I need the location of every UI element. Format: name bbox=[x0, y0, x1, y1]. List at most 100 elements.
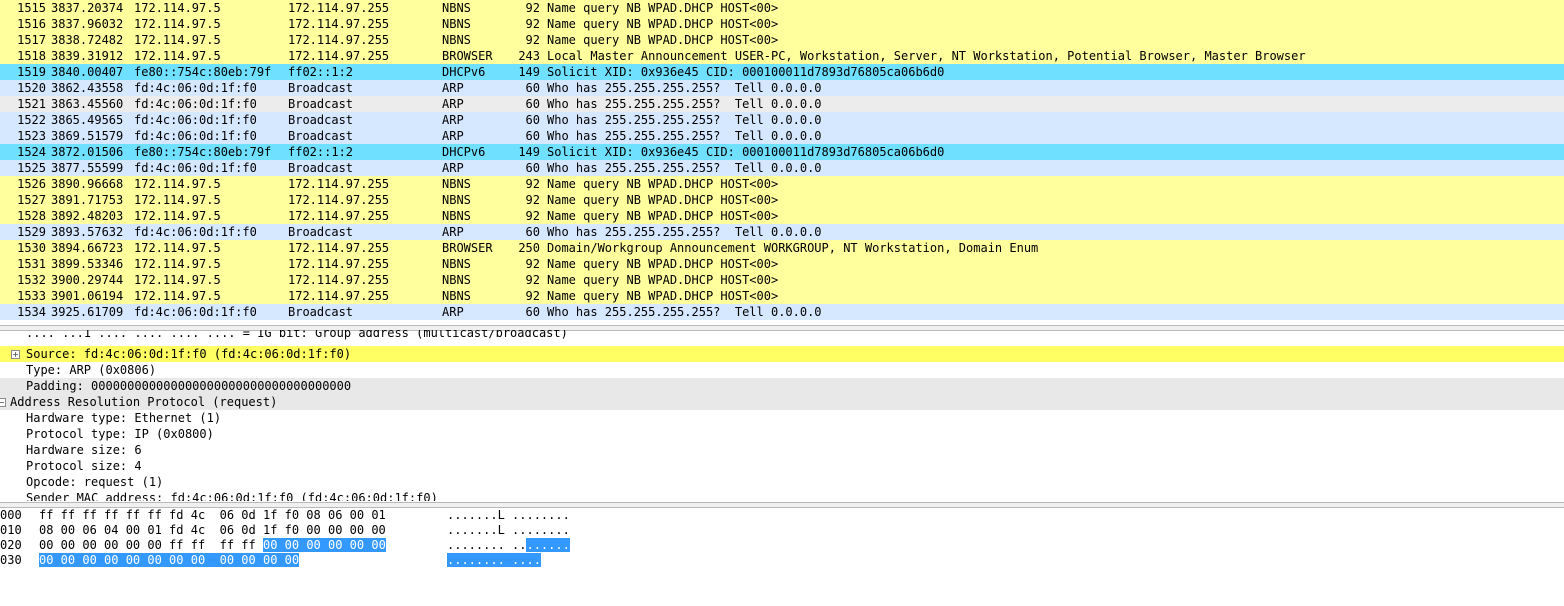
hex-bytes-plain: 00 00 00 00 00 00 ff ff ff ff bbox=[39, 538, 263, 552]
packet-info: Who has 255.255.255.255? Tell 0.0.0.0 bbox=[547, 305, 822, 319]
packet-number: 1515 bbox=[17, 1, 46, 15]
detail-tree-row[interactable]: Protocol size: 4 bbox=[0, 458, 1564, 474]
hex-bytes-highlighted: 00 00 00 00 00 00 00 00 00 00 00 00 bbox=[39, 553, 300, 567]
packet-list[interactable]: 1515 3837.20374 172.114.97.5 172.114.97.255… bbox=[0, 0, 1564, 324]
packet-protocol: BROWSER bbox=[442, 49, 493, 63]
detail-tree-row[interactable]: − Address Resolution Protocol (request) bbox=[0, 394, 1564, 410]
detail-tree-row[interactable]: Padding: 0000000000000000000000000000000… bbox=[0, 378, 1564, 394]
packet-length: 92 bbox=[525, 273, 540, 287]
ascii-bytes[interactable]: .......L ........ bbox=[447, 508, 570, 523]
packet-info: Who has 255.255.255.255? Tell 0.0.0.0 bbox=[547, 161, 822, 175]
detail-text: Sender MAC address: fd:4c:06:0d:1f:f0 (f… bbox=[26, 491, 438, 501]
packet-source: 172.114.97.5 bbox=[134, 193, 221, 207]
packet-protocol: NBNS bbox=[442, 257, 471, 271]
ascii-bytes[interactable]: ........ .... bbox=[447, 553, 541, 568]
packet-source: fd:4c:06:0d:1f:f0 bbox=[134, 129, 257, 143]
collapse-icon[interactable]: − bbox=[0, 398, 6, 407]
packet-row[interactable]: 1533 3901.06194 172.114.97.5 172.114.97.255… bbox=[0, 288, 1564, 304]
packet-row[interactable]: 1524 3872.01506 fe80::754c:80eb:79f ff02::1… bbox=[0, 144, 1564, 160]
ascii-bytes[interactable]: .......L ........ bbox=[447, 523, 570, 538]
packet-row[interactable]: 1516 3837.96032 172.114.97.5 172.114.97.255… bbox=[0, 16, 1564, 32]
detail-tree-row[interactable]: Hardware type: Ethernet (1) bbox=[0, 410, 1564, 426]
packet-protocol: ARP bbox=[442, 97, 464, 111]
packet-details-tree[interactable]: .... ...1 .... .... .... .... = IG bit: … bbox=[0, 330, 1564, 501]
packet-row[interactable]: 1531 3899.53346 172.114.97.5 172.114.97.255… bbox=[0, 256, 1564, 272]
packet-source: fd:4c:06:0d:1f:f0 bbox=[134, 225, 257, 239]
packet-number: 1523 bbox=[17, 129, 46, 143]
packet-number: 1530 bbox=[17, 241, 46, 255]
packet-bytes-pane[interactable]: 000 ff ff ff ff ff ff fd 4c 06 0d 1f f0 0… bbox=[0, 508, 1564, 606]
packet-row[interactable]: 1518 3839.31912 172.114.97.5 172.114.97.255… bbox=[0, 48, 1564, 64]
packet-time: 3890.96668 bbox=[51, 177, 124, 191]
byte-offset: 020 bbox=[0, 538, 22, 552]
packet-length: 60 bbox=[525, 161, 540, 175]
detail-tree-row[interactable]: Protocol type: IP (0x0800) bbox=[0, 426, 1564, 442]
packet-length: 92 bbox=[525, 193, 540, 207]
packet-time: 3863.45560 bbox=[51, 97, 124, 111]
detail-tree-row[interactable]: + Source: fd:4c:06:0d:1f:f0 (fd:4c:06:0d:… bbox=[0, 346, 1564, 362]
packet-destination: 172.114.97.255 bbox=[288, 257, 390, 271]
packet-destination: 172.114.97.255 bbox=[288, 33, 390, 47]
packet-info: Who has 255.255.255.255? Tell 0.0.0.0 bbox=[547, 129, 822, 143]
detail-tree-row[interactable]: Hardware size: 6 bbox=[0, 442, 1564, 458]
detail-tree-row[interactable]: Sender MAC address: fd:4c:06:0d:1f:f0 (f… bbox=[0, 490, 1564, 501]
packet-row[interactable]: 1530 3894.66723 172.114.97.5 172.114.97.255… bbox=[0, 240, 1564, 256]
packet-time: 3839.31912 bbox=[51, 49, 124, 63]
packet-info: Solicit XID: 0x936e45 CID: 000100011d789… bbox=[547, 65, 945, 79]
packet-row[interactable]: 1515 3837.20374 172.114.97.5 172.114.97.255… bbox=[0, 0, 1564, 16]
packet-number: 1532 bbox=[17, 273, 46, 287]
packet-length: 92 bbox=[525, 289, 540, 303]
packet-row[interactable]: 1525 3877.55599 fd:4c:06:0d:1f:f0 Broadcast… bbox=[0, 160, 1564, 176]
packet-row[interactable]: 1521 3863.45560 fd:4c:06:0d:1f:f0 Broadcast… bbox=[0, 96, 1564, 112]
detail-tree-row[interactable]: .... ...1 .... .... .... .... = IG bit: … bbox=[0, 330, 1564, 346]
packet-protocol: NBNS bbox=[442, 33, 471, 47]
packet-row[interactable]: 1519 3840.00407 fe80::754c:80eb:79f ff02::1… bbox=[0, 64, 1564, 80]
ascii-plain: .......L ........ bbox=[447, 523, 570, 537]
detail-text: Type: ARP (0x0806) bbox=[26, 363, 157, 377]
packet-row[interactable]: 1520 3862.43558 fd:4c:06:0d:1f:f0 Broadcast… bbox=[0, 80, 1564, 96]
packet-row[interactable]: 1523 3869.51579 fd:4c:06:0d:1f:f0 Broadcast… bbox=[0, 128, 1564, 144]
hex-bytes[interactable]: 08 00 06 04 00 01 fd 4c 06 0d 1f f0 00 0… bbox=[39, 523, 386, 538]
packet-protocol: ARP bbox=[442, 113, 464, 127]
detail-text: Padding: 0000000000000000000000000000000… bbox=[26, 379, 352, 393]
packet-length: 92 bbox=[525, 209, 540, 223]
packet-row[interactable]: 1522 3865.49565 fd:4c:06:0d:1f:f0 Broadcast… bbox=[0, 112, 1564, 128]
detail-tree-row[interactable]: Type: ARP (0x0806) bbox=[0, 362, 1564, 378]
packet-info: Solicit XID: 0x936e45 CID: 000100011d789… bbox=[547, 145, 945, 159]
packet-number: 1527 bbox=[17, 193, 46, 207]
detail-text: Source: fd:4c:06:0d:1f:f0 (fd:4c:06:0d:1… bbox=[26, 347, 352, 361]
packet-row[interactable]: 1528 3892.48203 172.114.97.5 172.114.97.255… bbox=[0, 208, 1564, 224]
hex-bytes[interactable]: 00 00 00 00 00 00 00 00 00 00 00 00 bbox=[39, 553, 300, 568]
packet-number: 1533 bbox=[17, 289, 46, 303]
detail-text: Protocol type: IP (0x0800) bbox=[26, 427, 214, 441]
packet-protocol: NBNS bbox=[442, 209, 471, 223]
packet-source: 172.114.97.5 bbox=[134, 289, 221, 303]
packet-row[interactable]: 1526 3890.96668 172.114.97.5 172.114.97.255… bbox=[0, 176, 1564, 192]
packet-length: 60 bbox=[525, 113, 540, 127]
hex-bytes[interactable]: ff ff ff ff ff ff fd 4c 06 0d 1f f0 08 0… bbox=[39, 508, 386, 523]
packet-length: 149 bbox=[518, 65, 540, 79]
packet-time: 3872.01506 bbox=[51, 145, 124, 159]
packet-source: fe80::754c:80eb:79f bbox=[134, 145, 272, 159]
expand-icon[interactable]: + bbox=[11, 350, 20, 359]
packet-number: 1524 bbox=[17, 145, 46, 159]
packet-row[interactable]: 1534 3925.61709 fd:4c:06:0d:1f:f0 Broadcast… bbox=[0, 304, 1564, 320]
packet-row[interactable]: 1532 3900.29744 172.114.97.5 172.114.97.255… bbox=[0, 272, 1564, 288]
detail-tree-row[interactable]: Opcode: request (1) bbox=[0, 474, 1564, 490]
packet-row[interactable]: 1529 3893.57632 fd:4c:06:0d:1f:f0 Broadcast… bbox=[0, 224, 1564, 240]
hex-bytes[interactable]: 00 00 00 00 00 00 ff ff ff ff 00 00 00 0… bbox=[39, 538, 386, 553]
packet-time: 3901.06194 bbox=[51, 289, 124, 303]
hex-dump-row: 020 00 00 00 00 00 00 ff ff ff ff 00 00 0… bbox=[0, 538, 1564, 553]
packet-protocol: NBNS bbox=[442, 1, 471, 15]
ascii-bytes[interactable]: ........ ........ bbox=[447, 538, 570, 553]
packet-protocol: BROWSER bbox=[442, 241, 493, 255]
detail-text: Opcode: request (1) bbox=[26, 475, 164, 489]
packet-protocol: ARP bbox=[442, 81, 464, 95]
packet-length: 60 bbox=[525, 129, 540, 143]
packet-time: 3865.49565 bbox=[51, 113, 124, 127]
packet-row[interactable]: 1517 3838.72482 172.114.97.5 172.114.97.255… bbox=[0, 32, 1564, 48]
packet-destination: 172.114.97.255 bbox=[288, 177, 390, 191]
packet-source: 172.114.97.5 bbox=[134, 17, 221, 31]
packet-row[interactable]: 1527 3891.71753 172.114.97.5 172.114.97.255… bbox=[0, 192, 1564, 208]
packet-destination: Broadcast bbox=[288, 305, 354, 319]
